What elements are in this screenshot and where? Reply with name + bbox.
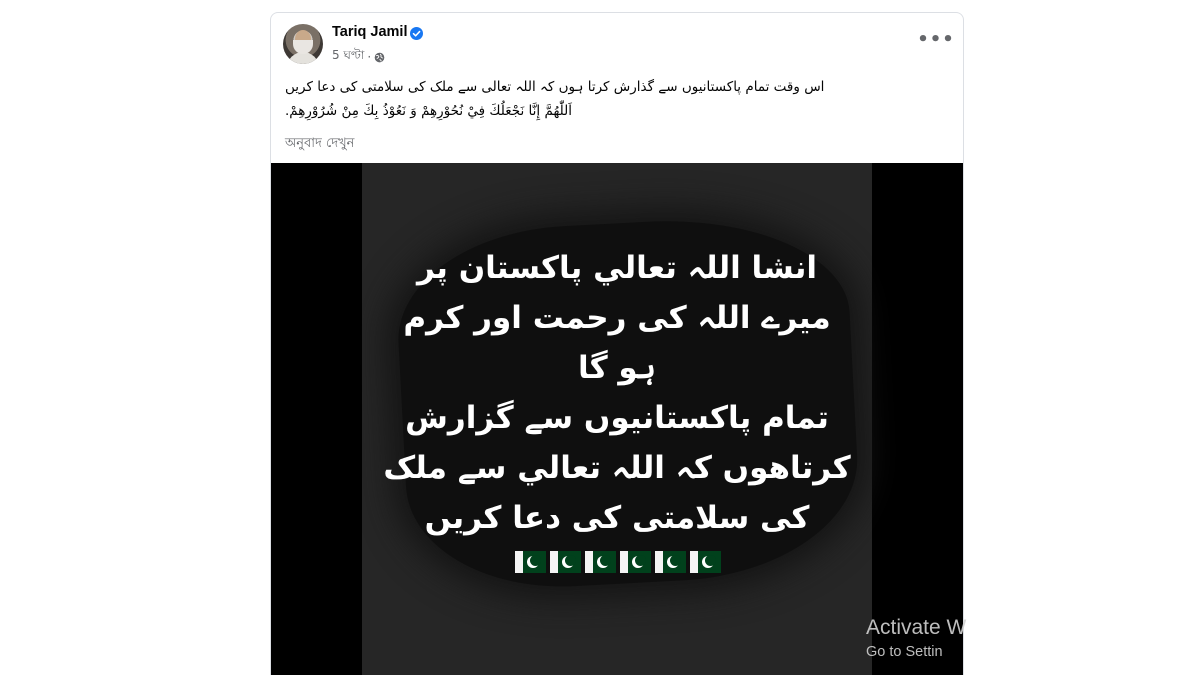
post-meta: 5 ঘণ্টা · [332,47,385,67]
meta-separator: · [367,50,372,64]
post-text-line: اَللّٰهُمَّ إِنَّا نَجْعَلُكَ فِيْ نُحُو… [285,103,573,119]
pakistan-flag-icon [550,551,581,573]
post-text-line: اس وقت تمام پاکستانیوں سے گذارش کرتا ہوں… [285,79,825,95]
verified-badge-icon [410,27,423,40]
overlay-line: کی سلامتی کی دعا کریں [424,500,810,536]
overlay-line: میرے اللہ کی رحمت اور کرم [403,300,831,336]
pakistan-flag-icon [690,551,721,573]
watermark-subtitle: Go to Settin [866,644,943,660]
video-overlay-text: انشا اللہ تعالي پاکستان پر میرے اللہ کی … [362,243,872,543]
post-card: Tariq Jamil 5 ঘণ্টা · ••• اس وقت تمام پا… [270,12,964,675]
post-video[interactable]: انشا اللہ تعالي پاکستان پر میرے اللہ کی … [271,163,963,675]
overlay-line: انشا اللہ تعالي پاکستان پر [416,250,818,286]
author-name[interactable]: Tariq Jamil [332,24,407,40]
overlay-line: تمام پاکستانیوں سے گزارش [405,400,829,436]
flag-row [515,551,721,573]
pakistan-flag-icon [620,551,651,573]
see-translation-link[interactable]: অনুবাদ দেখুন [285,134,354,155]
author-avatar[interactable] [283,24,323,64]
pakistan-flag-icon [585,551,616,573]
pakistan-flag-icon [655,551,686,573]
globe-icon [374,52,385,62]
more-options-button[interactable]: ••• [917,29,954,50]
post-timestamp[interactable]: 5 ঘণ্টা [332,47,364,67]
pakistan-flag-icon [515,551,546,573]
watermark-title: Activate W [866,616,967,639]
post-text: اس وقت تمام پاکستانیوں سے گذارش کرتا ہوں… [285,75,951,123]
overlay-line: کرتاهوں کہ اللہ تعالي سے ملک [383,450,851,486]
overlay-line: ہو گا [577,350,657,386]
activate-windows-watermark: Activate W Go to Settin [866,615,966,663]
